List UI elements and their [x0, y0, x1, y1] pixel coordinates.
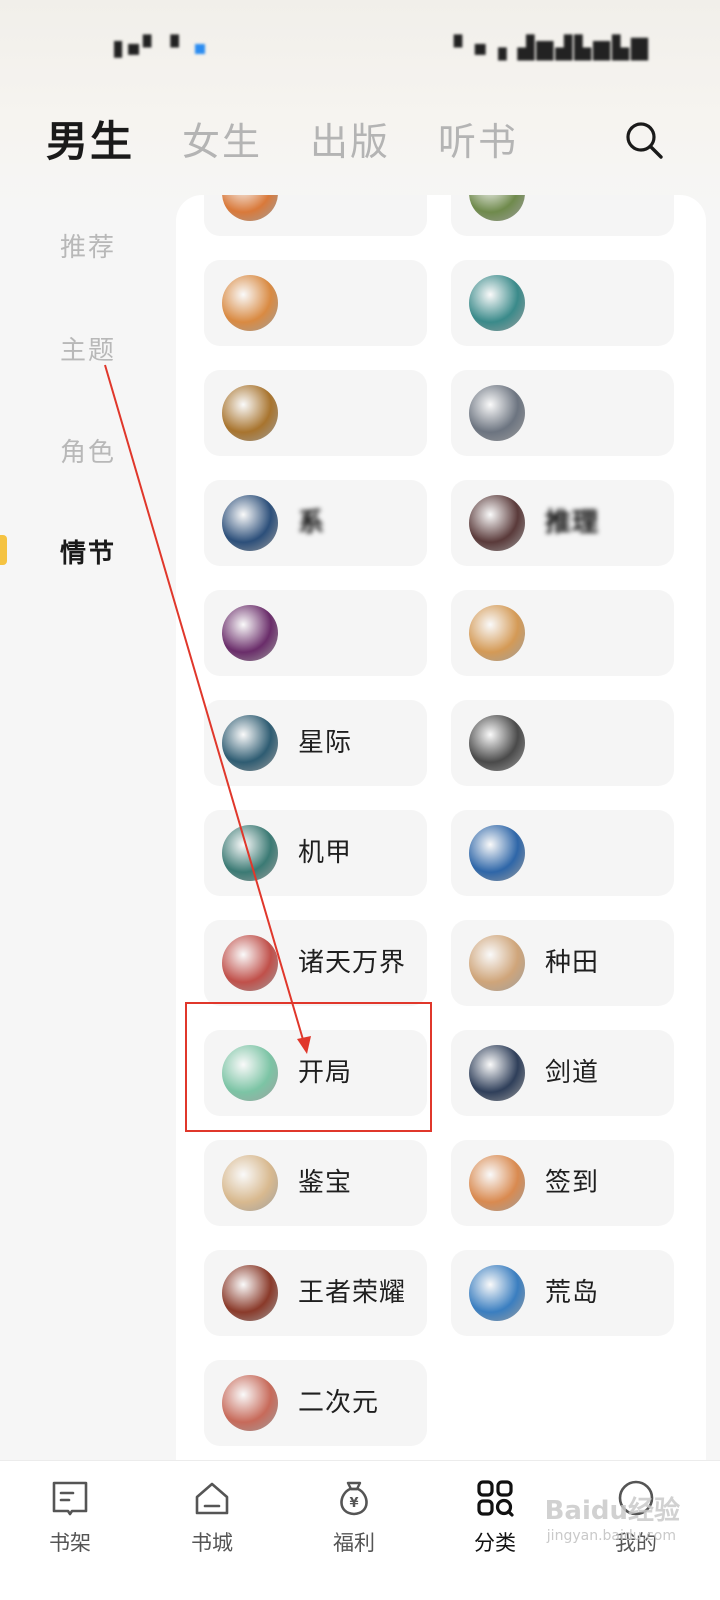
avatar-sword-icon [469, 1045, 525, 1101]
side-item-role[interactable]: 角色 [60, 432, 116, 469]
status-icons: ▘▪▗ ▟▆▟▙▆▙▇ [453, 36, 650, 61]
category-grid: 系 推理星际机甲诸天万界 种田开局 剑道鉴宝 签到王者荣耀 荒岛二次元 [176, 195, 706, 1460]
category-label: 机甲 [298, 838, 353, 868]
avatar-green-icon [469, 195, 525, 221]
side-item-recommend[interactable]: 推荐 [60, 227, 116, 264]
category-cell[interactable] [451, 370, 674, 456]
tab-male[interactable]: 男生 [46, 108, 134, 169]
category-icon [477, 1480, 514, 1517]
category-label: 剑道 [545, 1058, 600, 1088]
avatar-magnifier-icon [222, 1155, 278, 1211]
category-cell[interactable] [451, 260, 674, 346]
category-cell[interactable]: 推理 [451, 480, 674, 566]
category-cell[interactable]: 星际 [204, 700, 427, 786]
category-cell[interactable]: 剑道 [451, 1030, 674, 1116]
category-cell[interactable]: 鉴宝 [204, 1140, 427, 1226]
category-cell[interactable]: 开局 [204, 1030, 427, 1116]
watermark-logo: Baidu经验 [544, 1496, 680, 1526]
category-cell[interactable] [204, 590, 427, 676]
category-cell[interactable] [451, 700, 674, 786]
category-cell[interactable] [204, 195, 427, 236]
money-bag-icon: ¥ [340, 1481, 368, 1516]
side-active-indicator [0, 535, 7, 565]
category-cell[interactable]: 种田 [451, 920, 674, 1006]
category-cell[interactable] [204, 260, 427, 346]
avatar-mech-icon [222, 825, 278, 881]
bookshelf-icon [52, 1481, 88, 1516]
notification-dot [194, 44, 205, 54]
avatar-hoe-icon [469, 935, 525, 991]
category-label: 星际 [298, 728, 353, 758]
avatar-pizza-icon [469, 605, 525, 661]
avatar-figure-icon [222, 385, 278, 441]
category-cell[interactable]: 二次元 [204, 1360, 427, 1446]
avatar-egg-icon [222, 275, 278, 331]
category-label: 签到 [545, 1168, 600, 1198]
avatar-rocket-icon [222, 715, 278, 771]
avatar-island-icon [469, 1265, 525, 1321]
category-cell[interactable] [451, 810, 674, 896]
category-label: 二次元 [298, 1388, 380, 1418]
category-cell[interactable] [204, 370, 427, 456]
category-label: 荒岛 [545, 1278, 600, 1308]
category-cell[interactable]: 荒岛 [451, 1250, 674, 1336]
avatar-teal-icon [469, 275, 525, 331]
category-cell[interactable]: 系 [204, 480, 427, 566]
avatar-billiard-icon [222, 1045, 278, 1101]
category-cell[interactable]: 王者荣耀 [204, 1250, 427, 1336]
bnav-category-label: 分类 [474, 1531, 516, 1555]
category-cell[interactable] [451, 590, 674, 676]
status-time: ▮▪▘▝ [112, 36, 205, 62]
side-item-theme[interactable]: 主题 [60, 330, 116, 367]
category-cell[interactable]: 机甲 [204, 810, 427, 896]
avatar-crown-icon [222, 1375, 278, 1431]
category-label: 诸天万界 [298, 948, 407, 978]
avatar-scroll-icon [469, 1155, 525, 1211]
avatar-cloud-icon [222, 935, 278, 991]
svg-text:¥: ¥ [349, 1496, 358, 1511]
side-item-plot[interactable]: 情节 [60, 533, 116, 570]
category-label: 种田 [545, 948, 600, 978]
category-label: 系 [298, 508, 326, 538]
watermark-url: jingyan.baidu.com [546, 1528, 676, 1544]
category-label: 推理 [545, 508, 600, 538]
tab-female[interactable]: 女生 [182, 111, 262, 166]
bnav-category[interactable]: 分类 [450, 1477, 540, 1557]
search-icon [626, 122, 663, 159]
bnav-welfare[interactable]: ¥ 福利 [309, 1477, 399, 1557]
category-label: 鉴宝 [298, 1168, 353, 1198]
category-cell[interactable]: 签到 [451, 1140, 674, 1226]
avatar-warrior-icon [469, 825, 525, 881]
gender-tabs: 男生 女生 出版 听书 [46, 108, 566, 168]
avatar-spartan-icon [222, 1265, 278, 1321]
avatar-helmet-icon [469, 715, 525, 771]
status-bar: ▮▪▘▝ ▘▪▗ ▟▆▟▙▆▙▇ [0, 0, 720, 90]
avatar-wheel-icon [222, 495, 278, 551]
tab-publish[interactable]: 出版 [310, 111, 390, 166]
side-nav: 推荐 主题 角色 情节 [0, 195, 176, 1460]
bnav-bookstore[interactable]: 书城 [167, 1477, 257, 1557]
category-cell[interactable]: 诸天万界 [204, 920, 427, 1006]
category-label: 开局 [298, 1058, 353, 1088]
category-label: 王者荣耀 [298, 1278, 407, 1308]
bnav-welfare-label: 福利 [333, 1531, 375, 1555]
category-cell[interactable] [451, 195, 674, 236]
search-button[interactable] [624, 120, 664, 160]
bnav-bookshelf-label: 书架 [49, 1531, 91, 1555]
tab-audiobook[interactable]: 听书 [438, 111, 518, 166]
avatar-disco-icon [222, 605, 278, 661]
bnav-bookstore-label: 书城 [191, 1531, 233, 1555]
avatar-dark-icon [469, 495, 525, 551]
home-icon [195, 1482, 229, 1515]
avatar-orange-icon [222, 195, 278, 221]
avatar-grey-icon [469, 385, 525, 441]
bnav-bookshelf[interactable]: 书架 [25, 1477, 115, 1557]
